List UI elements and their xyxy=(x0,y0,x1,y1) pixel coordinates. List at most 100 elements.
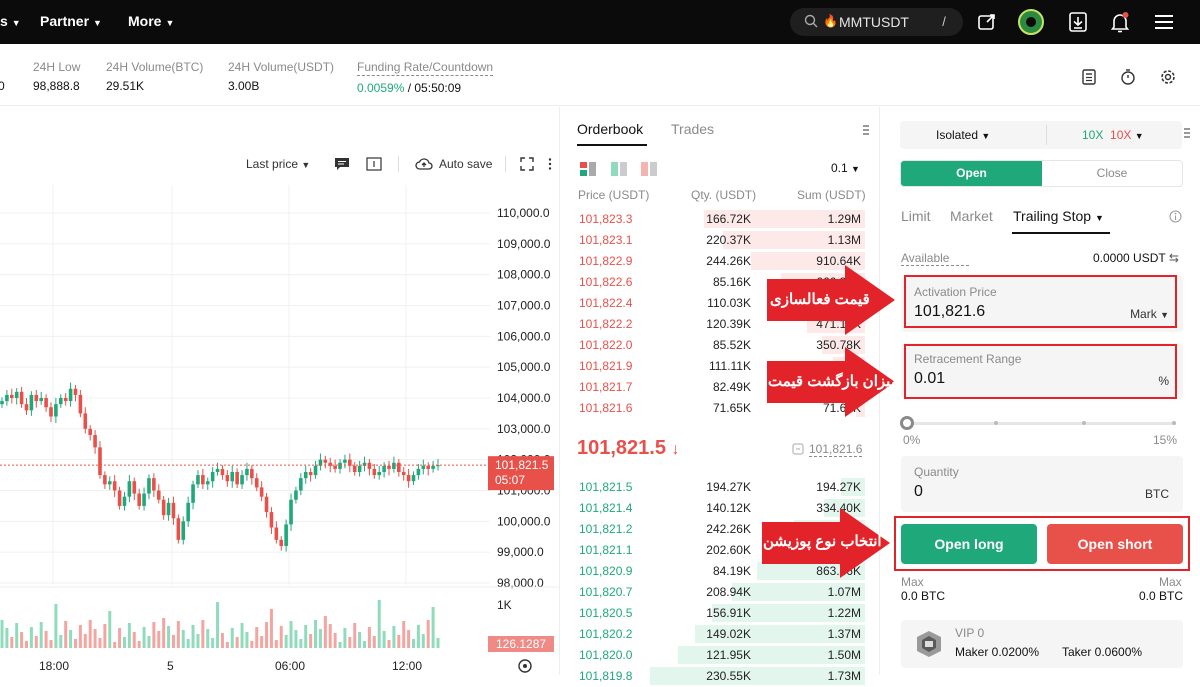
volume-bar xyxy=(34,636,38,648)
candle-body xyxy=(58,398,63,405)
timer-icon[interactable] xyxy=(1119,68,1137,86)
volume-bar xyxy=(397,635,401,648)
candle-body xyxy=(284,524,288,546)
volume-bar xyxy=(309,634,313,648)
order-type-trailing-stop[interactable]: Trailing Stop ▼ xyxy=(1013,208,1104,224)
ask-price: 101,821.6 xyxy=(579,401,633,415)
candle-body xyxy=(137,493,141,506)
volume-bar xyxy=(367,627,371,648)
candle-body xyxy=(377,472,382,476)
ask-price: 101,822.2 xyxy=(579,317,633,331)
toolbar-divider xyxy=(398,156,399,172)
info-icon[interactable] xyxy=(1169,210,1182,223)
volume-bar xyxy=(230,628,234,648)
open-tab[interactable]: Open xyxy=(901,161,1042,186)
candle-body xyxy=(171,502,176,519)
chat-icon[interactable] xyxy=(334,157,350,171)
more-dots-icon[interactable] xyxy=(543,157,557,171)
bid-row[interactable]: 101,821.5 194.27K 194.27K xyxy=(577,477,865,498)
candle-body xyxy=(269,512,274,528)
margin-mode-select[interactable]: Isolated ▼ xyxy=(936,128,990,142)
orderbook-menu-icon[interactable] xyxy=(862,124,870,136)
asks-view-icon[interactable] xyxy=(640,161,658,177)
candle-body xyxy=(112,481,117,491)
panel-menu-icon[interactable] xyxy=(1183,127,1191,139)
leverage-select[interactable]: 10X 10X ▼ xyxy=(1082,128,1144,142)
volume-bar xyxy=(402,621,406,648)
fullscreen-icon[interactable] xyxy=(520,157,534,171)
bid-row[interactable]: 101,820.7 208.94K 1.07M xyxy=(577,582,865,603)
tab-underline xyxy=(577,144,647,146)
bids-view-icon[interactable] xyxy=(610,161,628,177)
candle-body xyxy=(49,407,53,417)
candle-body xyxy=(14,391,19,398)
volume-bar xyxy=(78,625,82,648)
candle-body xyxy=(181,521,186,540)
y-tick-label: 107,000.0 xyxy=(497,299,551,313)
nav-item-partial[interactable]: s ▼ xyxy=(0,13,21,29)
settings-icon[interactable] xyxy=(1159,68,1177,86)
candle-body xyxy=(186,502,190,522)
precision-select[interactable]: 0.1 ▼ xyxy=(831,161,860,175)
both-sides-view-icon[interactable] xyxy=(579,161,597,177)
volume-bar xyxy=(328,624,332,648)
candle-body xyxy=(352,465,357,472)
export-icon[interactable] xyxy=(975,10,999,34)
max-long-value: 0.0 BTC xyxy=(901,589,946,603)
y-tick-label: 105,000.0 xyxy=(497,360,551,374)
slider-track[interactable] xyxy=(906,422,1176,425)
quantity-field[interactable]: Quantity 0 BTC xyxy=(901,456,1183,512)
candle-body xyxy=(117,490,122,506)
bid-row[interactable]: 101,820.0 121.95K 1.50M xyxy=(577,645,865,666)
download-icon[interactable] xyxy=(1066,10,1090,34)
bell-icon[interactable] xyxy=(1108,10,1132,34)
quantity-input[interactable]: 0 xyxy=(914,483,923,501)
bid-row[interactable]: 101,820.5 156.91K 1.22M xyxy=(577,603,865,624)
order-type-limit[interactable]: Limit xyxy=(901,208,931,224)
ticker-funding[interactable]: Funding Rate/Countdown 0.0059% / 05:50:0… xyxy=(357,60,494,95)
y-tick-label: 110,000.0 xyxy=(497,206,550,220)
avatar[interactable] xyxy=(1018,9,1044,35)
tab-trades[interactable]: Trades xyxy=(671,121,714,137)
bid-row[interactable]: 101,820.2 149.02K 1.37M xyxy=(577,624,865,645)
y-tick-label: 104,000.0 xyxy=(497,391,551,405)
last-price-selector[interactable]: Last price ▼ xyxy=(246,157,310,171)
tab-orderbook[interactable]: Orderbook xyxy=(577,121,643,137)
ask-row[interactable]: 101,823.1 220.37K 1.13M xyxy=(577,230,865,251)
bid-price: 101,821.2 xyxy=(579,522,633,536)
layout-icon[interactable] xyxy=(366,157,382,171)
auto-save-toggle[interactable]: Auto save xyxy=(439,157,492,171)
candle-body xyxy=(83,413,88,429)
order-type-market[interactable]: Market xyxy=(950,208,993,224)
retracement-highlight-box xyxy=(904,344,1177,399)
candle-body xyxy=(132,481,137,494)
candle-body xyxy=(68,388,73,402)
search-shortcut: / xyxy=(942,14,946,29)
bid-price: 101,821.1 xyxy=(579,543,633,557)
bid-sum: 194.27K xyxy=(816,480,861,494)
slider-handle[interactable] xyxy=(900,416,914,430)
candle-body xyxy=(225,475,230,482)
ask-sum: 1.13M xyxy=(827,233,861,247)
bid-price: 101,819.8 xyxy=(579,669,633,683)
candle-body xyxy=(220,468,225,476)
cloud-upload-icon[interactable] xyxy=(415,156,433,172)
bid-sum: 1.37M xyxy=(827,627,861,641)
candle-body xyxy=(5,394,9,402)
volume-bar xyxy=(274,640,278,648)
ask-price: 101,821.7 xyxy=(579,380,633,394)
ask-row[interactable]: 101,823.3 166.72K 1.29M xyxy=(577,209,865,230)
close-tab[interactable]: Close xyxy=(1042,161,1182,186)
search-input[interactable]: 🔥 MMTUSDT / xyxy=(790,8,963,36)
bid-price: 101,820.0 xyxy=(579,648,633,662)
volume-bar xyxy=(44,631,48,648)
menu-icon[interactable] xyxy=(1152,10,1176,34)
calculator-icon[interactable] xyxy=(1080,68,1098,86)
candle-body xyxy=(98,447,102,476)
nav-item-more[interactable]: More ▼ xyxy=(128,13,174,29)
nav-item-partner[interactable]: Partner ▼ xyxy=(40,13,102,29)
bid-sum: 1.07M xyxy=(827,585,861,599)
volume-bar xyxy=(137,641,141,648)
bid-row[interactable]: 101,819.8 230.55K 1.73M xyxy=(577,666,865,687)
chart-canvas[interactable]: 110,000.0 109,000.0 108,000.0 107,000.0 106,… xyxy=(0,185,560,675)
